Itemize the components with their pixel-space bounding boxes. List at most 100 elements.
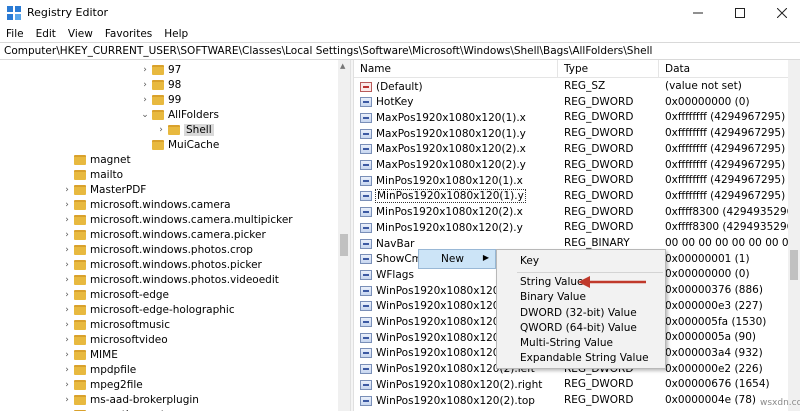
chevron-right-icon[interactable]: › — [62, 290, 72, 300]
tree-item[interactable]: › ms-aad-brokerplugin — [62, 392, 199, 407]
submenu-binary-value[interactable]: Binary Value — [520, 290, 586, 305]
chevron-down-icon[interactable]: ⌄ — [140, 110, 150, 120]
value-row[interactable]: (Default) REG_SZ (value not set) — [354, 79, 788, 94]
tree-item-label: microsoft.windows.camera — [90, 198, 231, 211]
tree-item-label: microsoft.windows.camera.multipicker — [90, 213, 293, 226]
chevron-right-icon[interactable]: › — [62, 305, 72, 315]
context-menu-new[interactable]: New ▶ — [418, 249, 496, 269]
menu-file[interactable]: File — [0, 27, 30, 41]
tree-item[interactable]: › microsoft.windows.camera.picker — [62, 227, 266, 242]
tree-item[interactable]: › microsoft-edge-holographic — [62, 302, 234, 317]
menu-favorites[interactable]: Favorites — [99, 27, 158, 41]
tree-item[interactable]: › microsoft.windows.camera.multipicker — [62, 212, 293, 227]
tree-item[interactable]: › MIME — [62, 347, 118, 362]
tree-item[interactable]: › microsoft.windows.camera — [62, 197, 231, 212]
close-button[interactable] — [764, 0, 800, 26]
submenu-string-value[interactable]: String Value — [520, 275, 584, 290]
maximize-button[interactable] — [722, 0, 758, 26]
menu-help[interactable]: Help — [158, 27, 194, 41]
chevron-right-icon[interactable]: › — [62, 380, 72, 390]
menu-edit[interactable]: Edit — [30, 27, 62, 41]
tree-item[interactable]: mailto — [62, 167, 123, 182]
tree-item[interactable]: › microsoft.windows.photos.videoedit — [62, 272, 279, 287]
value-data: 0x000000e2 (226) — [665, 362, 763, 375]
tree-item[interactable]: › mpdpfile — [62, 362, 136, 377]
submenu-dword-value[interactable]: DWORD (32-bit) Value — [520, 306, 637, 321]
tree-scroll-thumb[interactable] — [340, 234, 348, 256]
chevron-right-icon[interactable]: › — [140, 95, 150, 105]
tree-item-label: microsoftmusic — [90, 318, 170, 331]
value-row[interactable]: MaxPos1920x1080x120(2).y REG_DWORD 0xfffff… — [354, 158, 788, 173]
value-data: 0x0000005a (90) — [665, 331, 756, 344]
chevron-right-icon[interactable]: › — [62, 185, 72, 195]
value-data: 0xffff8300 (4294935296) — [665, 221, 788, 234]
tree-item[interactable]: › 98 — [140, 77, 181, 92]
value-row[interactable]: MinPos1920x1080x120(1).y REG_DWORD 0xfffff… — [354, 189, 788, 204]
values-scrollbar[interactable] — [788, 60, 800, 411]
chevron-right-icon[interactable]: › — [62, 200, 72, 210]
value-row[interactable]: MinPos1920x1080x120(2).x REG_DWORD 0xffff8… — [354, 205, 788, 220]
submenu-key[interactable]: Key — [520, 254, 539, 269]
column-type[interactable]: Type — [558, 60, 659, 78]
tree-item[interactable]: › microsoftmusic — [62, 317, 170, 332]
chevron-right-icon[interactable]: › — [62, 395, 72, 405]
chevron-right-icon[interactable]: › — [140, 65, 150, 75]
tree-scrollbar[interactable]: ▲ — [338, 60, 350, 411]
folder-icon — [74, 319, 86, 330]
chevron-right-icon[interactable]: › — [62, 350, 72, 360]
value-row[interactable]: MinPos1920x1080x120(2).y REG_DWORD 0xffff8… — [354, 220, 788, 235]
submenu-qword-value[interactable]: QWORD (64-bit) Value — [520, 321, 637, 336]
value-type: REG_DWORD — [564, 111, 634, 124]
tree-item[interactable]: ›ms-actioncenter — [62, 407, 176, 411]
binary-value-icon — [360, 285, 372, 296]
tree-item-label: microsoft.windows.photos.crop — [90, 243, 253, 256]
tree-item[interactable]: › Shell — [156, 122, 214, 137]
value-row[interactable]: HotKey REG_DWORD 0x00000000 (0) — [354, 95, 788, 110]
value-name-text: WinPos1920x1080x120(2).right — [376, 378, 543, 391]
chevron-right-icon[interactable]: › — [62, 215, 72, 225]
values-scroll-thumb[interactable] — [790, 250, 798, 280]
tree-item[interactable]: › microsoft.windows.photos.crop — [62, 242, 253, 257]
chevron-right-icon[interactable]: › — [156, 125, 166, 135]
value-row[interactable]: MaxPos1920x1080x120(2).x REG_DWORD 0xfffff… — [354, 142, 788, 157]
value-data: 0xffffffff (4294967295) — [665, 158, 786, 171]
tree-item-label: MIME — [90, 348, 118, 361]
chevron-right-icon[interactable]: › — [62, 335, 72, 345]
tree-item[interactable]: MuiCache — [140, 137, 219, 152]
column-name[interactable]: Name — [354, 60, 558, 78]
tree-item[interactable]: › mpeg2file — [62, 377, 143, 392]
value-row[interactable]: MaxPos1920x1080x120(1).y REG_DWORD 0xfffff… — [354, 126, 788, 141]
tree-item-label: MuiCache — [168, 138, 220, 151]
tree-item[interactable]: magnet — [62, 152, 131, 167]
tree-item[interactable]: › 99 — [140, 92, 181, 107]
value-row[interactable]: WinPos1920x1080x120(2).top REG_DWORD 0x000… — [354, 393, 788, 408]
tree-item-label: 98 — [168, 78, 182, 91]
tree-item[interactable]: › 97 — [140, 62, 181, 77]
chevron-right-icon[interactable]: › — [62, 365, 72, 375]
chevron-right-icon[interactable]: › — [62, 260, 72, 270]
chevron-right-icon[interactable]: › — [62, 230, 72, 240]
chevron-right-icon[interactable]: › — [62, 245, 72, 255]
submenu-expandable-string-value[interactable]: Expandable String Value — [520, 351, 649, 366]
menu-view[interactable]: View — [62, 27, 99, 41]
tree-item[interactable]: › microsoft-edge — [62, 287, 169, 302]
tree-item[interactable]: › MasterPDF — [62, 182, 146, 197]
chevron-right-icon[interactable]: › — [140, 80, 150, 90]
folder-icon — [74, 244, 86, 255]
tree-item[interactable]: › microsoft.windows.photos.picker — [62, 257, 262, 272]
tree-item[interactable]: › microsoftvideo — [62, 332, 167, 347]
value-data: 0xffffffff (4294967295) — [665, 189, 786, 202]
chevron-right-icon[interactable]: › — [62, 275, 72, 285]
value-row[interactable]: WinPos1920x1080x120(2).right REG_DWORD 0x0… — [354, 377, 788, 392]
submenu-multi-string-value[interactable]: Multi-String Value — [520, 336, 613, 351]
minimize-button[interactable] — [680, 0, 716, 26]
value-name-text: MaxPos1920x1080x120(2).y — [376, 159, 526, 171]
column-data[interactable]: Data — [659, 60, 788, 78]
address-bar[interactable]: Computer\HKEY_CURRENT_USER\SOFTWARE\Clas… — [0, 42, 800, 60]
scroll-up-icon[interactable]: ▲ — [340, 62, 345, 70]
value-data: 0x00000000 (0) — [665, 268, 750, 281]
tree-item[interactable]: ⌄ AllFolders — [140, 107, 219, 122]
value-row[interactable]: MinPos1920x1080x120(1).x REG_DWORD 0xfffff… — [354, 173, 788, 188]
value-row[interactable]: MaxPos1920x1080x120(1).x REG_DWORD 0xfffff… — [354, 110, 788, 125]
chevron-right-icon[interactable]: › — [62, 320, 72, 330]
